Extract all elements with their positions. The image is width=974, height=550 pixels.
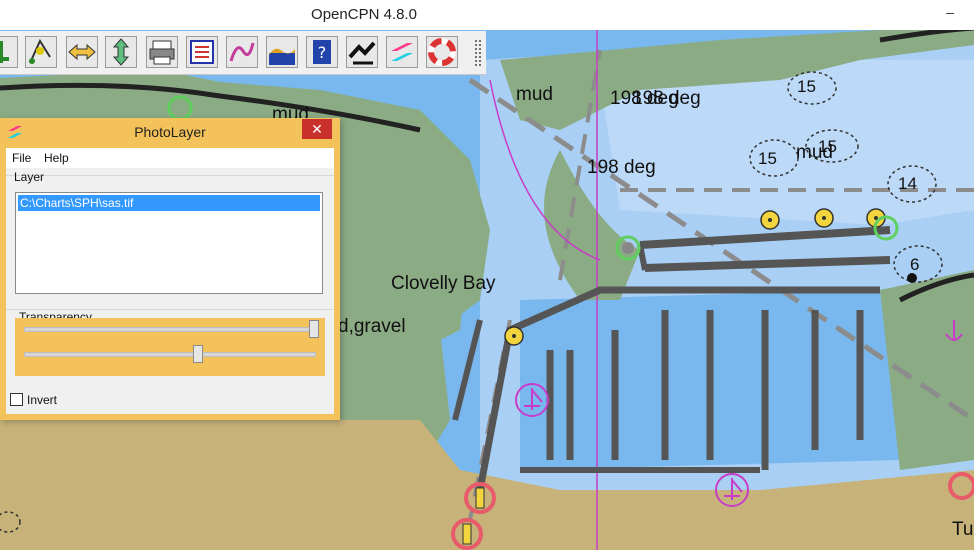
depth-sounding: 15: [797, 77, 816, 96]
pan-horizontal-icon: [68, 43, 96, 61]
route-icon: [29, 38, 51, 64]
chart-label-place: Tu: [952, 519, 974, 540]
pan-vertical-icon: [112, 38, 130, 66]
track-button[interactable]: [226, 36, 258, 68]
window-title: OpenCPN 4.8.0: [311, 6, 417, 23]
invert-checkbox[interactable]: [10, 393, 23, 406]
depth-sounding: 15: [758, 149, 777, 168]
photolayer-icon: [391, 43, 413, 61]
chart-label-mud: mud: [516, 84, 553, 105]
route-button[interactable]: [25, 36, 57, 68]
photolayer-button[interactable]: [386, 36, 418, 68]
pan-vertical-button[interactable]: [105, 36, 137, 68]
window-titlebar: OpenCPN 4.8.0 –: [0, 0, 974, 30]
help-icon: ?: [313, 40, 331, 64]
depth-sounding: 15: [818, 137, 837, 156]
chart-label-bearing: 198 deg: [632, 88, 701, 109]
dialog-menubar: File Help: [6, 148, 334, 168]
layer-list[interactable]: C:\Charts\SPH\sas.tif: [15, 192, 323, 294]
menu-help[interactable]: Help: [44, 151, 69, 165]
print-icon: [149, 40, 175, 65]
transparency-sliders: [15, 318, 325, 376]
toolbar-grip[interactable]: [474, 39, 482, 67]
dialog-titlebar[interactable]: PhotoLayer ✕: [0, 118, 340, 146]
ais-icon: [348, 41, 376, 65]
chart-label-bay: Clovelly Bay: [391, 273, 496, 294]
menu-file[interactable]: File: [12, 151, 31, 165]
dialog-body: File Help Layer C:\Charts\SPH\sas.tif Tr…: [6, 148, 334, 414]
depth-sounding: 6: [910, 255, 920, 274]
invert-label: Invert: [27, 393, 58, 407]
chart-label-seabed: d,gravel: [338, 316, 406, 337]
depth-sounding: 14: [898, 174, 917, 193]
zoom-in-button[interactable]: [0, 36, 18, 68]
route-manager-icon: [190, 40, 214, 64]
track-icon: [229, 42, 255, 62]
pan-horizontal-button[interactable]: [66, 36, 98, 68]
ais-button[interactable]: [346, 36, 378, 68]
layer-group-label: Layer: [14, 170, 45, 184]
mob-icon: [428, 38, 456, 66]
tide-icon: [269, 48, 295, 65]
photolayer-dialog: PhotoLayer ✕ File Help Layer C:\Charts\S…: [0, 118, 340, 420]
close-button[interactable]: ✕: [302, 119, 332, 139]
mob-button[interactable]: [426, 36, 458, 68]
zoom-in-icon: [0, 41, 9, 63]
transparency-slider-thumb[interactable]: [309, 320, 319, 338]
slider-track: [24, 352, 316, 357]
main-toolbar: ?: [0, 31, 486, 75]
layer-list-item[interactable]: C:\Charts\SPH\sas.tif: [18, 195, 320, 211]
tide-button[interactable]: [266, 36, 298, 68]
help-button[interactable]: ?: [306, 36, 338, 68]
slider-track: [24, 327, 316, 332]
secondary-slider-thumb[interactable]: [193, 345, 203, 363]
chart-label-bearing: 198 deg: [587, 157, 656, 178]
svg-text:?: ?: [318, 43, 327, 62]
print-button[interactable]: [146, 36, 178, 68]
route-manager-button[interactable]: [186, 36, 218, 68]
dialog-title: PhotoLayer: [134, 124, 206, 140]
minimize-button[interactable]: –: [946, 4, 954, 20]
group-divider: [6, 175, 334, 176]
